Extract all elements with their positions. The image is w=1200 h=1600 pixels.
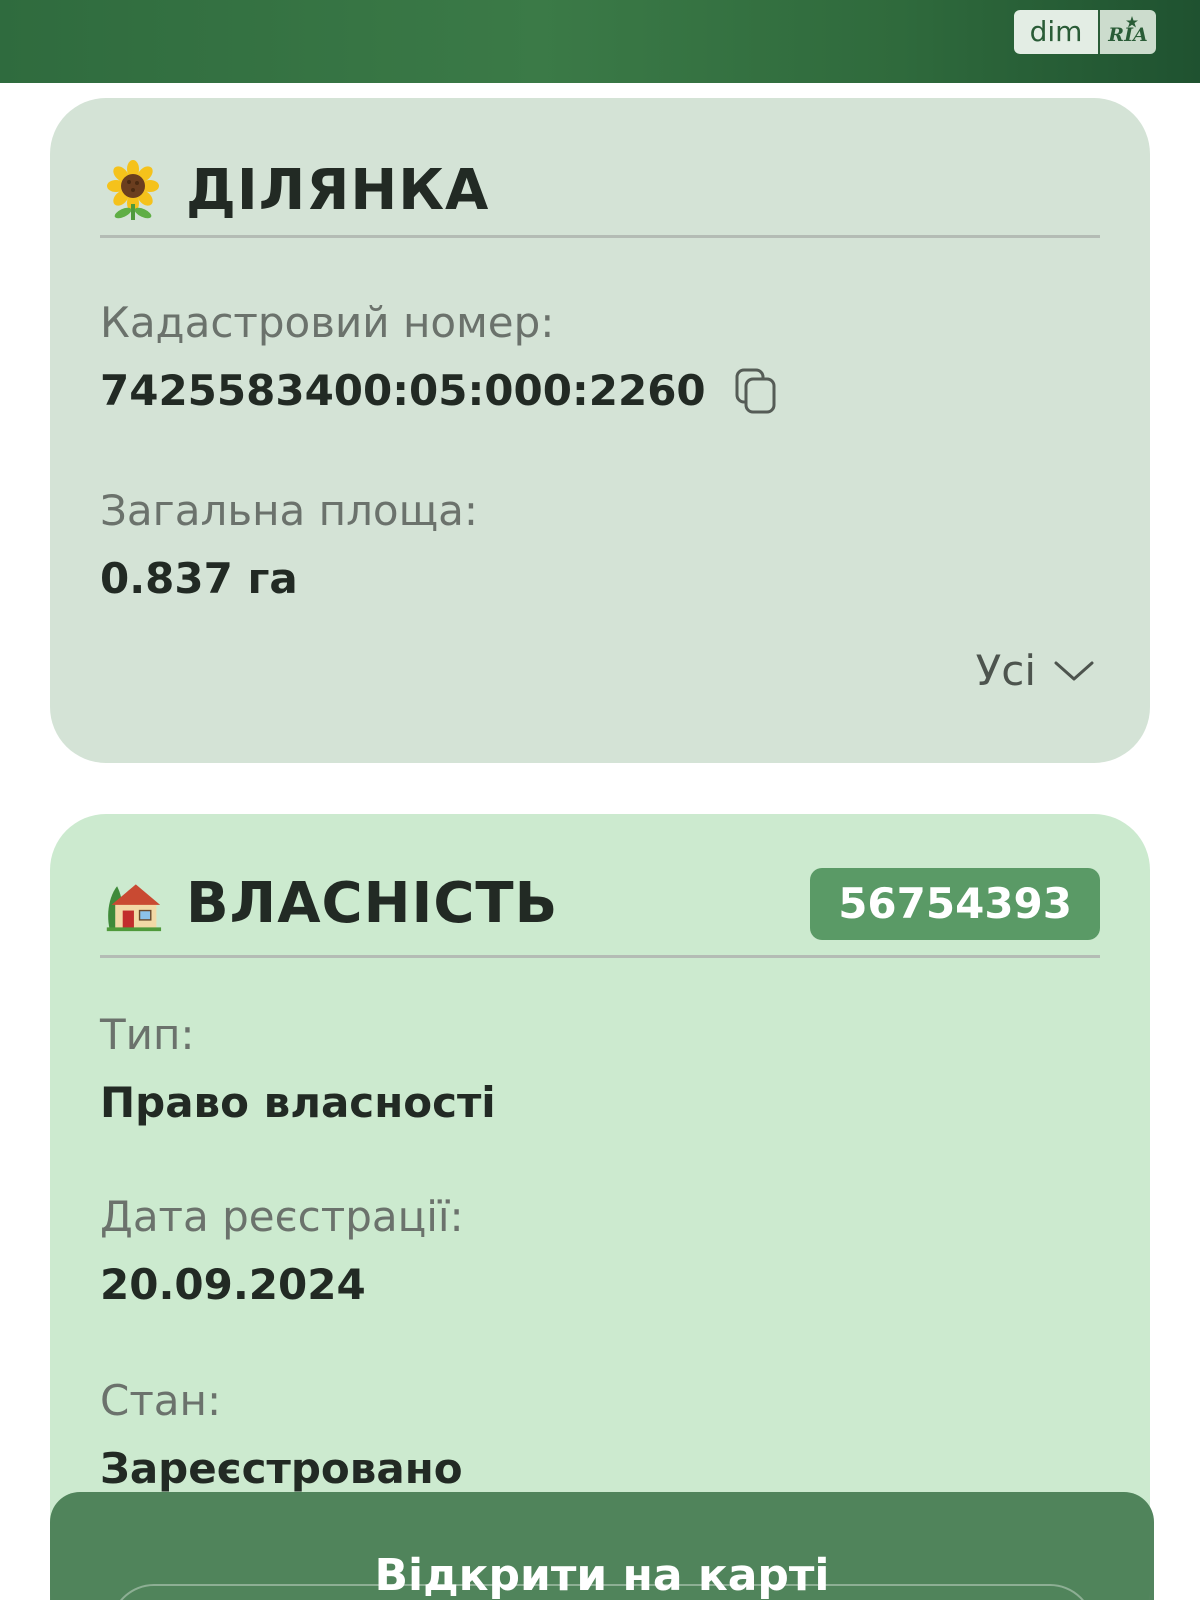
bottom-action-bar: Відкрити на карті — [50, 1492, 1154, 1600]
ownership-card-title: ВЛАСНІСТЬ — [186, 871, 559, 936]
type-label: Тип: — [100, 1010, 195, 1059]
logo-dim-text: dim — [1014, 10, 1098, 54]
copy-icon[interactable] — [734, 367, 778, 415]
ownership-card: ВЛАСНІСТЬ 56754393 Тип: Право власності … — [50, 814, 1150, 1600]
chevron-down-icon — [1054, 661, 1094, 680]
cadastral-number-value: 7425583400:05:000:2260 — [100, 366, 706, 415]
status-label: Стан: — [100, 1376, 222, 1425]
logo-ria-text: RIA — [1107, 24, 1147, 46]
cadastral-number-label: Кадастровий номер: — [100, 298, 555, 347]
type-value: Право власності — [100, 1078, 496, 1127]
plot-card-title: ДІЛЯНКА — [186, 158, 490, 223]
page: dim RIA ДІЛЯНКА Кадастровий номер: 74255… — [0, 0, 1200, 1600]
dim-ria-logo[interactable]: dim RIA — [1014, 10, 1156, 54]
registration-date-value: 20.09.2024 — [100, 1260, 366, 1309]
house-icon — [106, 883, 162, 931]
logo-ria-mark: RIA — [1098, 10, 1156, 54]
plot-card: ДІЛЯНКА Кадастровий номер: 7425583400:05… — [50, 98, 1150, 763]
record-number-badge: 56754393 — [810, 867, 1100, 940]
open-on-map-label: Відкрити на карті — [374, 1550, 830, 1600]
plot-card-header: ДІЛЯНКА — [100, 146, 1100, 238]
show-all-toggle[interactable]: Усі — [976, 646, 1096, 695]
registration-date-label: Дата реєстрації: — [100, 1192, 464, 1241]
show-all-label: Усі — [975, 646, 1036, 695]
total-area-label: Загальна площа: — [100, 486, 479, 535]
sunflower-icon — [107, 159, 159, 220]
top-header: dim RIA — [0, 0, 1200, 83]
cadastral-number-row: 7425583400:05:000:2260 — [100, 366, 778, 415]
ownership-card-header: ВЛАСНІСТЬ 56754393 — [100, 852, 1100, 958]
total-area-value: 0.837 га — [100, 554, 298, 603]
status-value: Зареєстровано — [100, 1444, 463, 1493]
